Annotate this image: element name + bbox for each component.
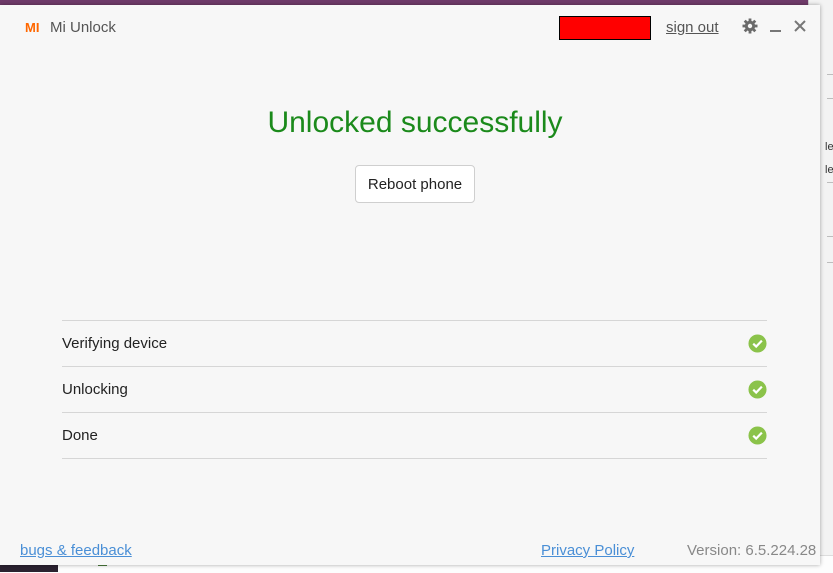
title-bar[interactable]: MI Mi Unlock sign out <box>0 5 820 51</box>
check-circle-icon <box>748 426 767 445</box>
bugs-feedback-link[interactable]: bugs & feedback <box>20 542 132 559</box>
background-divider <box>827 262 833 263</box>
app-title: Mi Unlock <box>50 19 116 36</box>
background-divider <box>827 236 833 237</box>
background-divider <box>827 74 833 75</box>
progress-steps: Verifying device Unlocking Done <box>62 320 767 459</box>
mi-logo: MI <box>25 20 40 35</box>
version-label: Version: 6.5.224.28 <box>687 542 817 559</box>
check-circle-icon <box>748 380 767 399</box>
background-divider <box>827 98 833 99</box>
step-label: Unlocking <box>62 381 128 398</box>
minimize-icon[interactable] <box>767 17 785 35</box>
step-row: Verifying device <box>62 321 767 367</box>
check-circle-icon <box>748 334 767 353</box>
background-text: le <box>825 141 833 153</box>
step-label: Done <box>62 427 98 444</box>
redacted-account-name <box>559 16 651 40</box>
status-title: Unlocked successfully <box>267 106 563 139</box>
background-text: le <box>825 164 833 176</box>
gear-icon[interactable] <box>741 17 759 35</box>
step-row: Done <box>62 413 767 459</box>
privacy-policy-link[interactable]: Privacy Policy <box>541 542 634 559</box>
mi-unlock-window: MI Mi Unlock sign out Unlocked successfu… <box>0 5 820 565</box>
reboot-phone-button[interactable]: Reboot phone <box>355 165 475 203</box>
close-icon[interactable] <box>791 17 809 35</box>
step-row: Unlocking <box>62 367 767 413</box>
sign-out-link[interactable]: sign out <box>666 19 719 36</box>
step-label: Verifying device <box>62 335 168 352</box>
background-divider <box>827 182 833 183</box>
